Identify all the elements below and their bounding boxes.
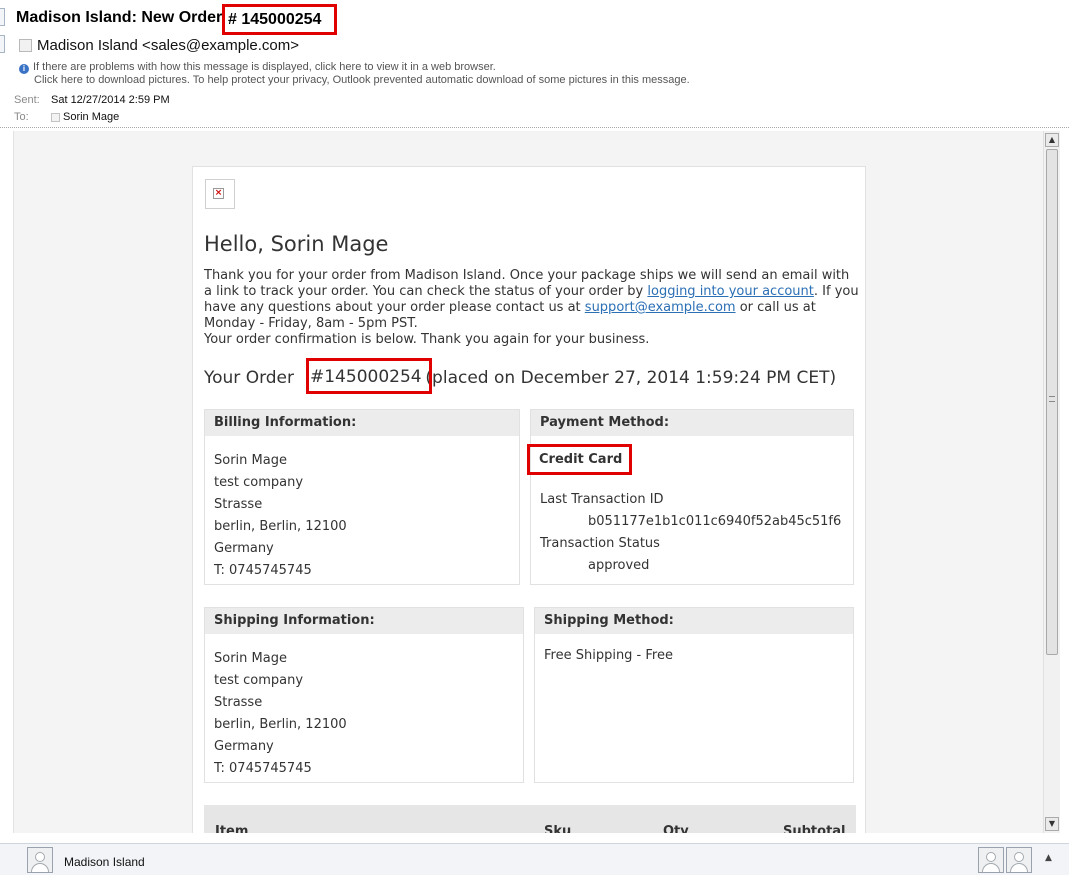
contact-name[interactable]: Madison Island (64, 855, 145, 869)
message-body[interactable]: × Hello, Sorin Mage Thank you for your o… (13, 131, 1043, 833)
edge-tab[interactable] (0, 35, 5, 53)
placed-on-date: (placed on December 27, 2014 1:59:24 PM … (425, 368, 837, 388)
col-sku: Sku (544, 824, 572, 833)
info-bar-download-pictures[interactable]: Click here to download pictures. To help… (34, 74, 690, 86)
payment-title: Payment Method: (531, 410, 853, 436)
people-pane: Madison Island ▲ (0, 843, 1069, 875)
people-view-alt-icon[interactable] (1006, 847, 1032, 873)
sent-value: Sat 12/27/2014 2:59 PM (51, 94, 170, 106)
info-bar-display-problems[interactable]: i If there are problems with how this mes… (19, 60, 496, 74)
txn-status-label: Transaction Status (540, 536, 660, 551)
shipping-panel: Shipping Information: Sorin Mage test co… (204, 607, 524, 783)
scroll-grip-icon (1049, 396, 1055, 402)
sender-name[interactable]: Madison Island <sales@example.com> (37, 37, 299, 54)
col-subtotal: Subtotal (783, 824, 846, 833)
recipient-presence-icon (51, 112, 60, 122)
items-table-header: Item Sku Qty Subtotal (204, 805, 856, 833)
your-order-label: Your Order (204, 368, 295, 388)
billing-title: Billing Information: (205, 410, 519, 436)
billing-panel: Billing Information: Sorin Mage test com… (204, 409, 520, 585)
account-link[interactable]: logging into your account (647, 284, 814, 299)
email-container: × Hello, Sorin Mage Thank you for your o… (192, 166, 866, 833)
broken-image-icon: × (213, 188, 224, 199)
intro-text: Thank you for your order from Madison Is… (204, 268, 859, 347)
greeting: Hello, Sorin Mage (204, 232, 389, 256)
txn-status-value: approved (588, 558, 650, 573)
people-view-icon[interactable] (978, 847, 1004, 873)
scroll-thumb[interactable] (1046, 149, 1058, 655)
to-label: To: (14, 111, 29, 123)
sender-row: Madison Island <sales@example.com> (19, 36, 299, 54)
confirmation-text: Your order confirmation is below. Thank … (204, 332, 650, 347)
shipping-title: Shipping Information: (205, 608, 523, 634)
txn-id-label: Last Transaction ID (540, 492, 664, 507)
scroll-down-icon[interactable]: ▼ (1045, 817, 1059, 831)
payment-method-highlight: Credit Card (527, 444, 632, 475)
payment-panel: Payment Method: Credit Card Last Transac… (527, 409, 854, 585)
subject-order-number-highlight: # 145000254 (222, 4, 337, 35)
shipping-method-title: Shipping Method: (535, 608, 853, 634)
collapse-pane-icon[interactable]: ▲ (1045, 853, 1052, 863)
shipping-address: Sorin Mage test company Strasse berlin, … (214, 651, 347, 776)
shipping-method-value: Free Shipping - Free (544, 648, 673, 663)
vertical-scrollbar[interactable]: ▲ ▼ (1043, 131, 1060, 833)
store-logo: × (205, 179, 235, 209)
info-text-1: If there are problems with how this mess… (33, 61, 496, 73)
reading-pane-edge (0, 0, 7, 132)
edge-tab[interactable] (0, 8, 5, 26)
col-item: Item (215, 824, 249, 833)
message-subject: Madison Island: New Order (16, 9, 223, 26)
header-divider (0, 127, 1069, 128)
contact-avatar-icon[interactable] (27, 847, 53, 873)
support-email-link[interactable]: support@example.com (585, 300, 736, 315)
recipient-row: Sorin Mage (51, 111, 119, 123)
scroll-up-icon[interactable]: ▲ (1045, 133, 1059, 147)
order-heading: Your Order (placed on December 27, 2014 … (204, 368, 836, 388)
recipient-name[interactable]: Sorin Mage (63, 111, 119, 123)
shipping-method-panel: Shipping Method: Free Shipping - Free (534, 607, 854, 783)
info-icon: i (19, 64, 29, 74)
sent-label: Sent: (14, 94, 40, 106)
txn-id-value: b051177e1b1c011c6940f52ab45c51f6 (588, 514, 842, 529)
col-qty: Qty (663, 824, 689, 833)
billing-address: Sorin Mage test company Strasse berlin, … (214, 453, 347, 578)
order-number-highlight: #145000254 (306, 358, 432, 394)
sender-presence-icon (19, 38, 32, 52)
